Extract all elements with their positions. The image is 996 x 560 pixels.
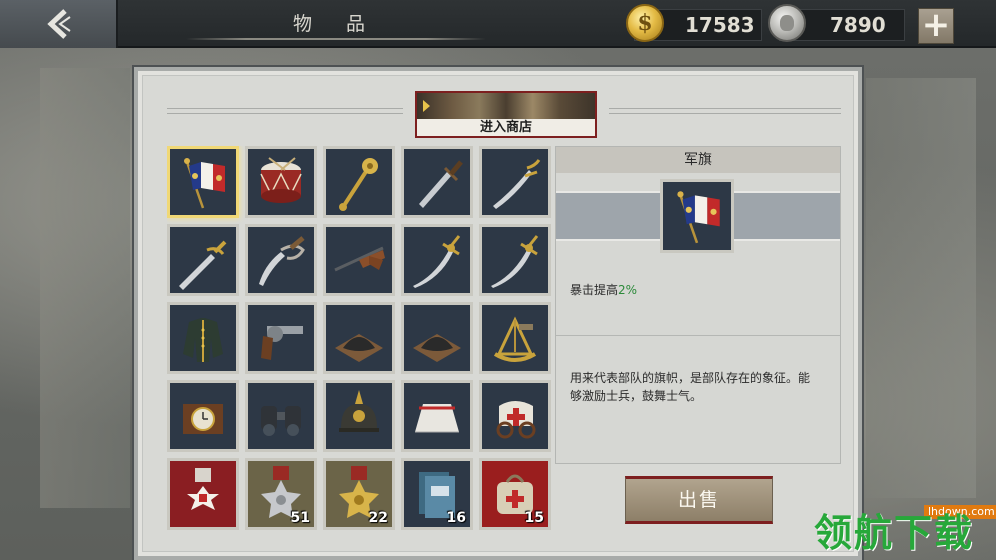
tent-icon bbox=[407, 386, 467, 446]
detail-description: 用来代表部队的旗帜，是部队存在的象征。能够激励士兵，鼓舞士气。 bbox=[570, 371, 811, 403]
divider-right bbox=[609, 108, 841, 114]
item-slot-gunpowder-2[interactable] bbox=[401, 302, 473, 374]
rifle-icon bbox=[329, 230, 389, 290]
silver-medal-icon bbox=[768, 4, 806, 42]
flag-icon bbox=[677, 191, 720, 244]
saber-icon bbox=[485, 152, 545, 212]
title-underline bbox=[186, 38, 486, 40]
sell-button[interactable]: 出售 bbox=[625, 476, 773, 524]
gunpowder-icon bbox=[329, 308, 389, 368]
item-count: 16 bbox=[446, 510, 466, 526]
cutlass-icon bbox=[251, 230, 311, 290]
item-slot-silver-star-medal[interactable]: 51 bbox=[245, 458, 317, 530]
revolver-icon bbox=[251, 308, 311, 368]
item-slot-binoculars[interactable] bbox=[245, 380, 317, 452]
item-slot-saber[interactable] bbox=[479, 146, 551, 218]
detail-separator bbox=[556, 335, 840, 336]
scimitar-icon bbox=[407, 230, 467, 290]
plus-icon: + bbox=[921, 5, 951, 45]
detail-flag-icon bbox=[660, 179, 734, 253]
item-slot-cutlass[interactable] bbox=[245, 224, 317, 296]
item-slot-red-medal[interactable] bbox=[167, 458, 239, 530]
binoculars-icon bbox=[251, 386, 311, 446]
item-slot-scimitar[interactable] bbox=[401, 224, 473, 296]
ambulance-cart-icon bbox=[485, 386, 545, 446]
item-slot-drum[interactable] bbox=[245, 146, 317, 218]
item-slot-flag[interactable] bbox=[167, 146, 239, 218]
gold-coin-icon: $ bbox=[626, 4, 664, 42]
gunpowder-icon bbox=[407, 308, 467, 368]
item-slot-mace[interactable] bbox=[323, 146, 395, 218]
red-cross-medal-icon bbox=[173, 464, 233, 524]
item-slot-rifle[interactable] bbox=[323, 224, 395, 296]
item-detail: 军旗 暴击提高2% 用来代表部队的旗帜，是部队存在的象征。能够激励士兵，鼓舞士气… bbox=[555, 146, 841, 464]
sword-icon bbox=[173, 230, 233, 290]
item-slot-sextant[interactable] bbox=[479, 302, 551, 374]
item-slot-uniform[interactable] bbox=[167, 302, 239, 374]
page-title: 物 品 bbox=[292, 13, 380, 35]
item-slot-ambulance-cart[interactable] bbox=[479, 380, 551, 452]
item-slot-pocket-watch[interactable] bbox=[167, 380, 239, 452]
watermark-text: 领航下载 bbox=[814, 511, 975, 555]
stat-value: 2% bbox=[618, 283, 638, 297]
item-slot-helmet[interactable] bbox=[323, 380, 395, 452]
uniform-icon bbox=[173, 308, 233, 368]
item-slot-revolver[interactable] bbox=[245, 302, 317, 374]
enter-shop-label: 进入商店 bbox=[479, 120, 532, 135]
item-slot-tent[interactable] bbox=[401, 380, 473, 452]
pocket-watch-icon bbox=[173, 386, 233, 446]
stat-label: 暴击提高 bbox=[570, 283, 619, 297]
item-count: 22 bbox=[368, 510, 388, 526]
inventory-panel: 进入商店 51 22 16 15 军旗 暴击提高2% 用来代表部队的旗帜，是部队… bbox=[132, 65, 864, 560]
detail-title: 军旗 bbox=[556, 147, 840, 173]
item-count: 15 bbox=[524, 510, 544, 526]
flag-icon bbox=[173, 152, 233, 212]
stat-line: 暴击提高2% bbox=[570, 281, 637, 298]
enter-shop-button[interactable]: 进入商店 bbox=[415, 91, 597, 138]
item-slot-dagger[interactable] bbox=[401, 146, 473, 218]
mace-icon bbox=[329, 152, 389, 212]
spiked-helmet-icon bbox=[329, 386, 389, 446]
play-arrow-icon bbox=[423, 100, 430, 112]
drum-icon bbox=[251, 152, 311, 212]
add-currency-button[interactable]: + bbox=[918, 8, 954, 44]
back-button[interactable] bbox=[0, 0, 118, 48]
item-slot-gold-star-medal[interactable]: 22 bbox=[323, 458, 395, 530]
dagger-icon bbox=[407, 152, 467, 212]
item-slot-scimitar-2[interactable] bbox=[479, 224, 551, 296]
shop-scene-image bbox=[417, 93, 595, 119]
item-grid: 51 22 16 15 bbox=[167, 146, 553, 546]
back-chevron-icon bbox=[47, 9, 71, 39]
item-slot-gunpowder[interactable] bbox=[323, 302, 395, 374]
divider-left bbox=[167, 108, 403, 114]
item-slot-sword[interactable] bbox=[167, 224, 239, 296]
item-slot-books[interactable]: 16 bbox=[401, 458, 473, 530]
panel-inner: 进入商店 51 22 16 15 军旗 暴击提高2% 用来代表部队的旗帜，是部队… bbox=[142, 75, 854, 552]
top-bar: 物 品 17583 $ 7890 + bbox=[0, 0, 996, 48]
scimitar-icon bbox=[485, 230, 545, 290]
item-count: 51 bbox=[290, 510, 310, 526]
sextant-icon bbox=[485, 308, 545, 368]
item-slot-medical-bag[interactable]: 15 bbox=[479, 458, 551, 530]
